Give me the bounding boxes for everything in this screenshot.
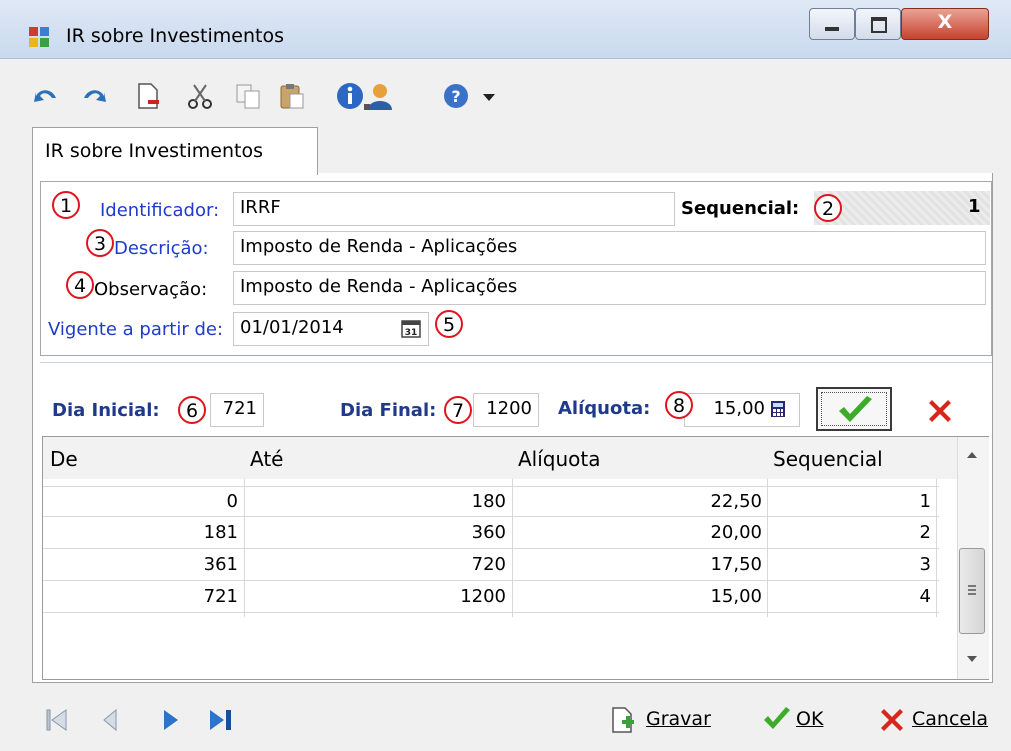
scrollbar-thumb[interactable]	[959, 548, 985, 634]
identificador-input[interactable]: IRRF	[233, 192, 675, 226]
svg-text:?: ?	[451, 87, 460, 106]
cancela-label: Cancela	[912, 708, 989, 730]
check-icon	[764, 707, 790, 729]
section-separator	[40, 362, 992, 363]
descricao-input[interactable]: Imposto de Renda - Aplicações	[233, 231, 986, 265]
app-icon	[29, 27, 49, 47]
aliquota-label: Alíquota:	[558, 398, 651, 419]
close-window-button[interactable]: X	[901, 8, 989, 40]
window-title: IR sobre Investimentos	[66, 25, 284, 47]
column-header-aliquota[interactable]: Alíquota	[518, 447, 601, 471]
svg-text:31: 31	[405, 328, 418, 338]
copy-icon[interactable]	[234, 82, 262, 110]
annotation-badge-4: 4	[66, 271, 94, 299]
cell-de: 361	[203, 554, 238, 575]
sequencial-value: 1	[968, 196, 981, 217]
cell-sequencial: 4	[919, 586, 931, 607]
cell-de: 721	[203, 586, 238, 607]
cell-sequencial: 1	[919, 491, 931, 512]
column-header-sequencial[interactable]: Sequencial	[773, 447, 883, 471]
undo-icon[interactable]	[32, 82, 60, 110]
save-document-icon	[612, 707, 634, 733]
descricao-label: Descrição:	[114, 238, 209, 259]
scroll-down-icon[interactable]	[965, 654, 979, 664]
scroll-up-icon[interactable]	[965, 450, 979, 460]
delete-row-icon[interactable]	[926, 397, 954, 425]
last-record-icon[interactable]	[206, 706, 236, 734]
cancela-button[interactable]: Cancela	[878, 700, 996, 740]
cell-sequencial: 2	[919, 522, 931, 543]
dia-inicial-label: Dia Inicial:	[52, 400, 160, 421]
annotation-badge-5: 5	[435, 310, 463, 338]
previous-record-icon[interactable]	[98, 706, 124, 734]
first-record-icon[interactable]	[44, 706, 70, 734]
annotation-badge-3: 3	[86, 229, 114, 257]
observacao-label: Observação:	[94, 279, 208, 300]
dia-final-input[interactable]: 1200	[473, 393, 539, 427]
cell-aliquota: 17,50	[710, 554, 762, 575]
column-header-de[interactable]: De	[50, 447, 78, 471]
tab-ir-sobre-investimentos[interactable]: IR sobre Investimentos	[32, 127, 318, 175]
next-record-icon[interactable]	[158, 706, 184, 734]
minimize-button[interactable]	[809, 8, 855, 40]
vigente-date-input[interactable]: 01/01/2014	[233, 312, 429, 346]
dia-inicial-input[interactable]: 721	[210, 393, 264, 427]
dropdown-arrow-icon[interactable]	[480, 82, 498, 110]
tab-label: IR sobre Investimentos	[45, 140, 263, 162]
ok-button[interactable]: OK	[762, 700, 832, 740]
annotation-badge-1: 1	[52, 191, 80, 219]
column-header-ate[interactable]: Até	[250, 447, 283, 471]
redo-icon[interactable]	[80, 82, 108, 110]
close-icon: X	[937, 11, 953, 33]
annotation-badge-7: 7	[444, 396, 472, 424]
cell-de: 0	[226, 491, 238, 512]
info-icon[interactable]	[336, 82, 364, 110]
vigente-label: Vigente a partir de:	[48, 319, 224, 340]
calendar-icon[interactable]: 31	[401, 318, 421, 338]
annotation-badge-8: 8	[665, 391, 693, 419]
cell-sequencial: 3	[919, 554, 931, 575]
cell-aliquota: 20,00	[710, 522, 762, 543]
table-row-bottom-border	[43, 612, 939, 614]
cell-ate: 360	[471, 522, 506, 543]
confirm-row-button[interactable]	[816, 387, 892, 431]
paste-icon[interactable]	[278, 82, 306, 110]
cell-ate: 720	[471, 554, 506, 575]
cell-ate: 180	[471, 491, 506, 512]
annotation-badge-2: 2	[814, 194, 842, 222]
ok-label: OK	[796, 708, 824, 730]
cell-de: 181	[203, 522, 238, 543]
check-icon	[839, 396, 872, 422]
cell-aliquota: 22,50	[710, 491, 762, 512]
sequencial-label: Sequencial:	[681, 198, 800, 219]
new-document-icon[interactable]	[134, 82, 162, 110]
cell-ate: 1200	[460, 586, 506, 607]
cancel-x-icon	[881, 709, 903, 731]
cell-aliquota: 15,00	[710, 586, 762, 607]
user-icon[interactable]	[362, 82, 394, 110]
help-icon[interactable]: ?	[442, 82, 470, 110]
dia-final-label: Dia Final:	[340, 400, 437, 421]
calculator-icon[interactable]	[770, 400, 786, 418]
cut-icon[interactable]	[186, 82, 214, 110]
gravar-label: Gravar	[646, 708, 711, 730]
observacao-input[interactable]: Imposto de Renda - Aplicações	[233, 271, 986, 305]
annotation-badge-6: 6	[178, 396, 206, 424]
maximize-button[interactable]	[855, 8, 901, 40]
identificador-label: Identificador:	[100, 200, 220, 221]
gravar-button[interactable]: Gravar	[610, 700, 720, 740]
